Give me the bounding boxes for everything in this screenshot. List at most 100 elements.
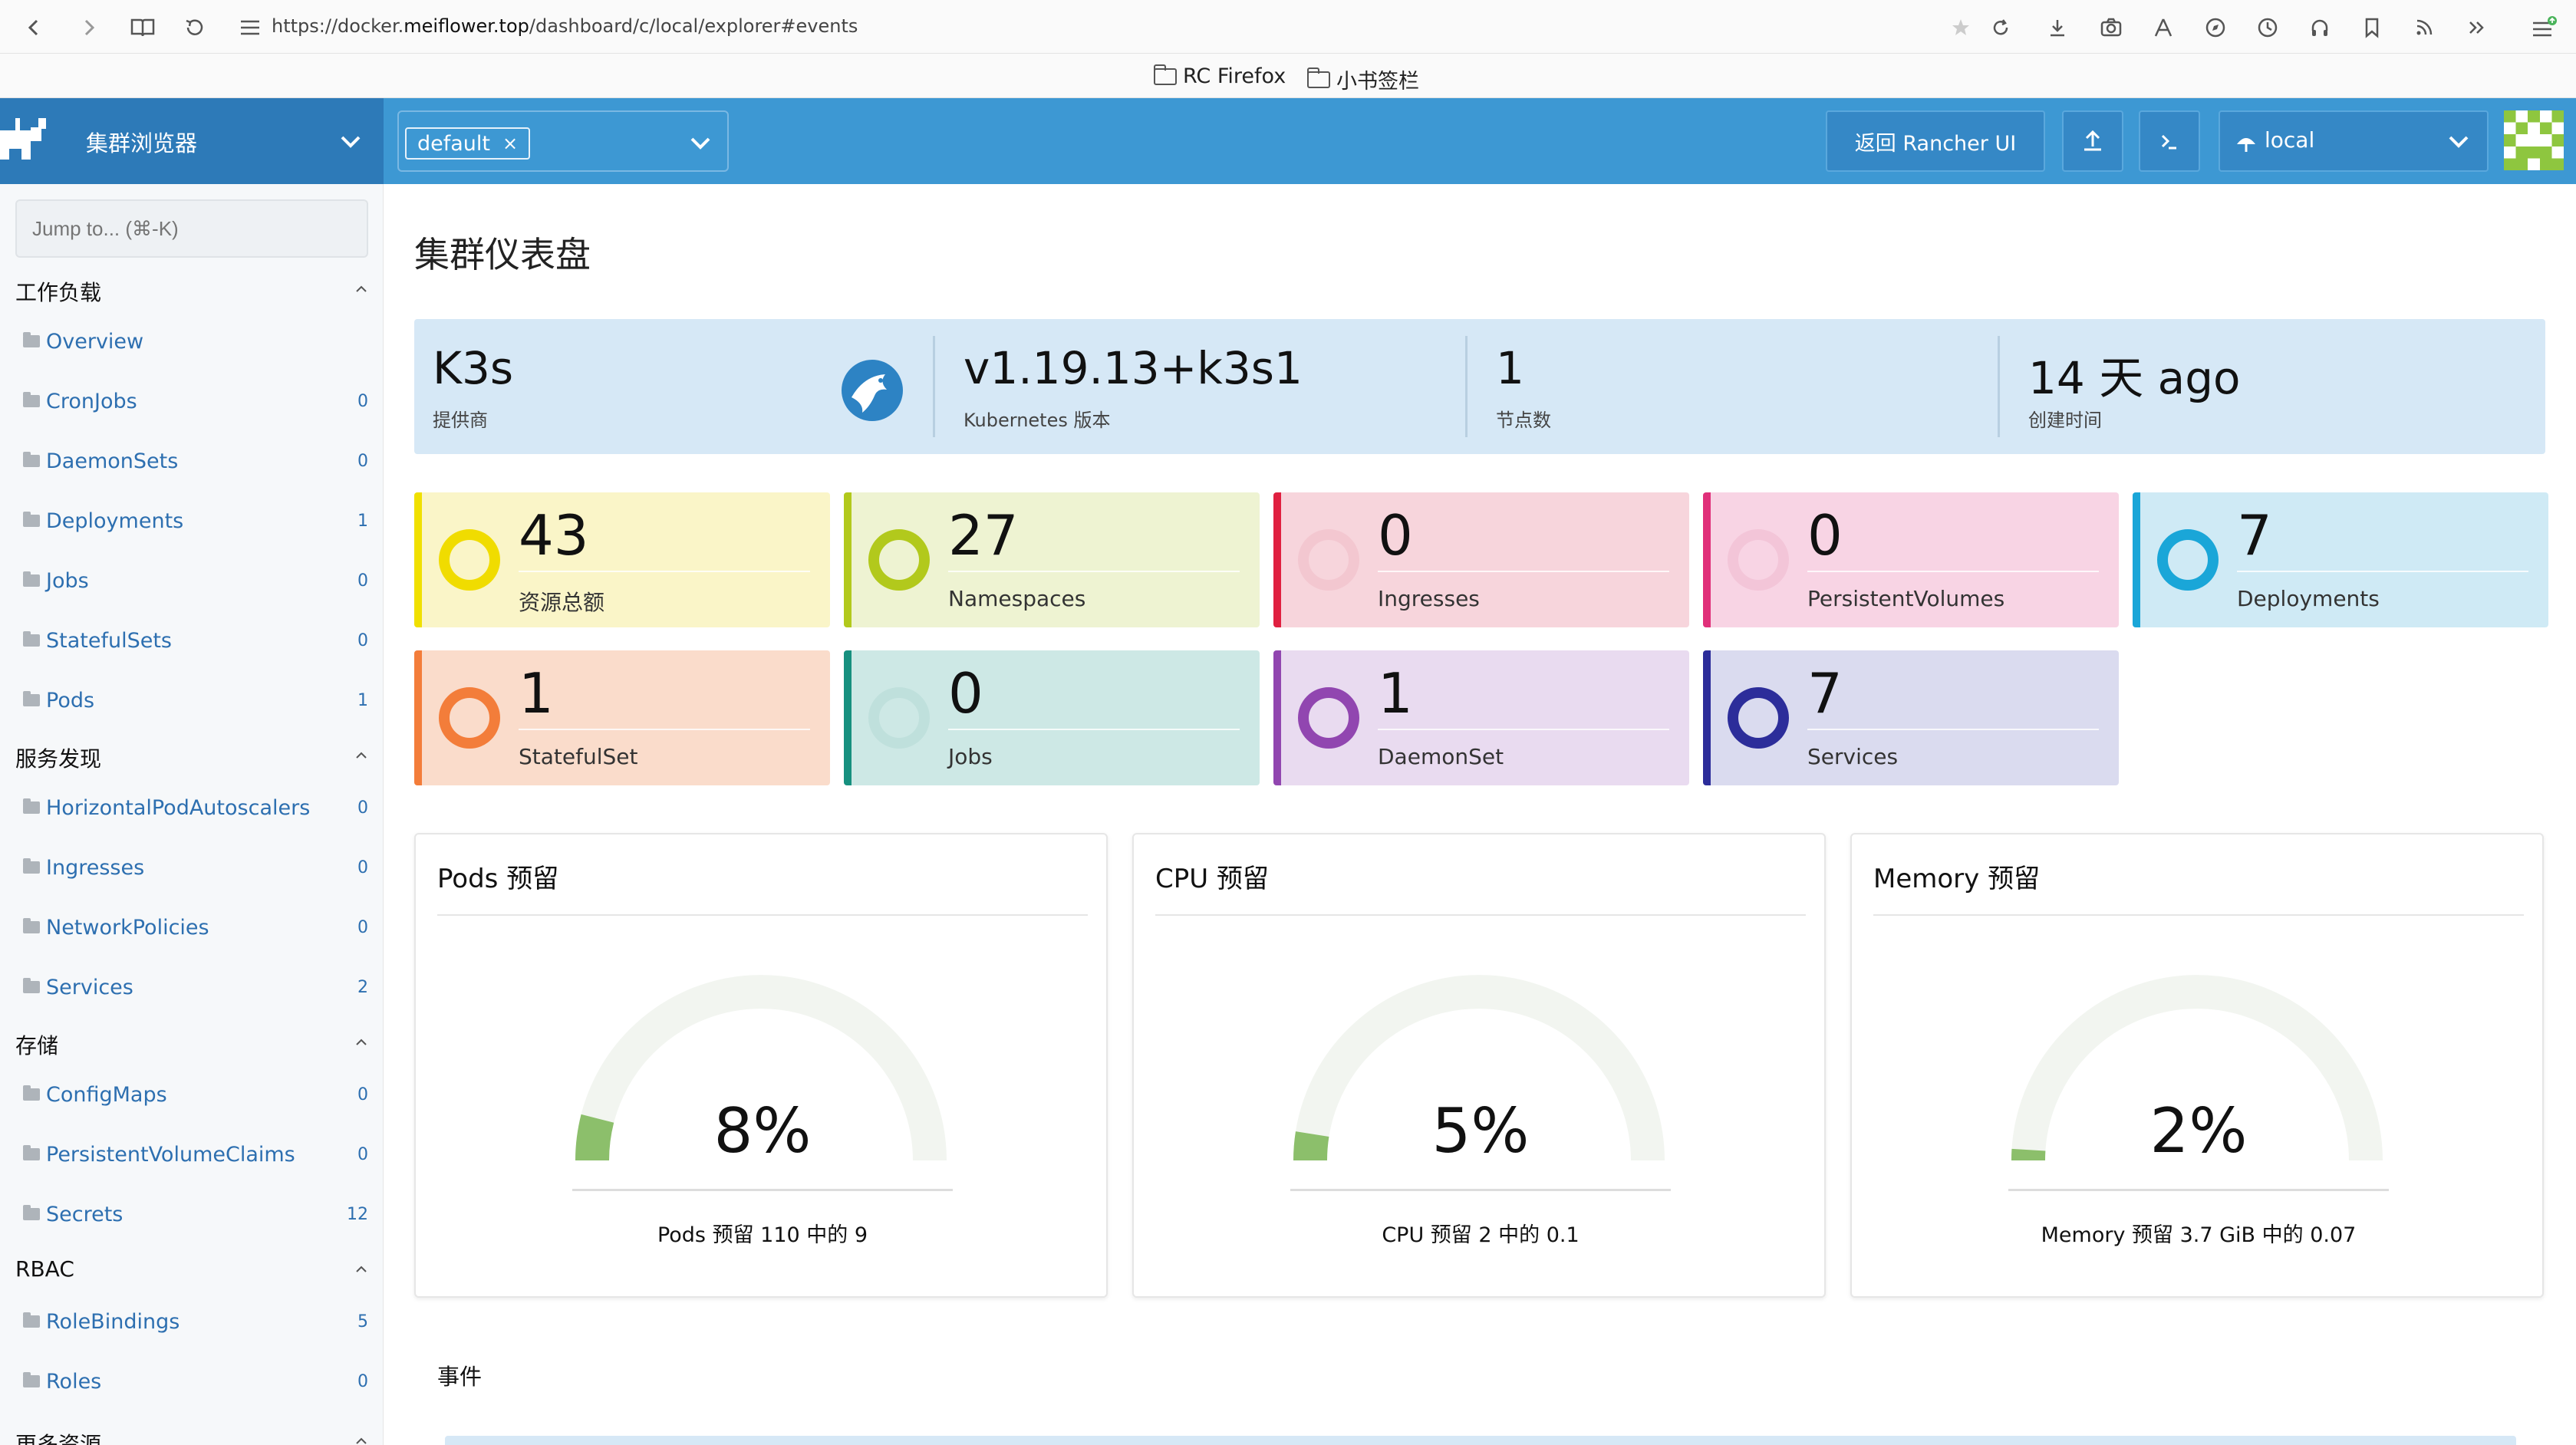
ring-icon bbox=[439, 687, 500, 749]
gauge-card: CPU 预留 5% CPU 预留 2 中的 0.1 bbox=[1132, 833, 1826, 1298]
sidebar-item-label: Ingresses bbox=[46, 855, 145, 880]
info-divider bbox=[1465, 336, 1468, 437]
sidebar-item-horizontalpodautoscalers[interactable]: HorizontalPodAutoscalers 0 bbox=[23, 792, 368, 823]
translate-icon[interactable] bbox=[2148, 12, 2179, 43]
node-count-label: 节点数 bbox=[1496, 410, 1551, 431]
sidebar-group-label: 存储 bbox=[15, 1033, 59, 1058]
namespace-filter[interactable]: default × bbox=[397, 110, 729, 172]
bookmark-icon[interactable] bbox=[2357, 12, 2387, 43]
folder-icon bbox=[23, 1145, 40, 1160]
sidebar-item-count: 0 bbox=[357, 917, 368, 937]
overflow-chevrons-icon[interactable] bbox=[2461, 12, 2492, 43]
bookmark-folder-rc-firefox[interactable]: RC Firefox bbox=[1154, 64, 1286, 88]
k8s-version-value: v1.19.13+k3s1 bbox=[964, 342, 1303, 394]
forward-icon[interactable] bbox=[72, 11, 106, 44]
sidebar-item-count: 0 bbox=[357, 391, 368, 411]
resource-tile[interactable]: 43 资源总额 bbox=[414, 492, 830, 627]
back-icon[interactable] bbox=[17, 11, 51, 44]
sidebar-item-ingresses[interactable]: Ingresses 0 bbox=[23, 852, 368, 883]
sidebar-group-header[interactable]: 更多资源 bbox=[15, 1428, 368, 1445]
tile-count: 0 bbox=[1378, 503, 1413, 568]
resource-tile[interactable]: 0 Jobs bbox=[844, 650, 1260, 785]
sidebar-item-configmaps[interactable]: ConfigMaps 0 bbox=[23, 1079, 368, 1110]
folder-icon bbox=[23, 571, 40, 587]
url-prefix: https://docker. bbox=[272, 15, 404, 37]
clock-icon[interactable] bbox=[2252, 12, 2283, 43]
sidebar-group-header[interactable]: RBAC bbox=[15, 1256, 368, 1282]
sidebar-item-pods[interactable]: Pods 1 bbox=[23, 685, 368, 716]
tile-count: 0 bbox=[948, 661, 983, 726]
gauge-divider bbox=[1873, 914, 2524, 916]
sidebar-item-overview[interactable]: Overview bbox=[23, 326, 368, 357]
star-icon[interactable] bbox=[1945, 12, 1976, 43]
back-to-rancher-button[interactable]: 返回 Rancher UI bbox=[1826, 110, 2045, 172]
sidebar-item-services[interactable]: Services 2 bbox=[23, 972, 368, 1002]
import-yaml-button[interactable] bbox=[2062, 110, 2123, 172]
cluster-info-banner: K3s 提供商 v1.19.13+k3s1 Kubernetes 版本 1 节点… bbox=[414, 319, 2545, 454]
sidebar-item-label: Roles bbox=[46, 1369, 102, 1394]
chip-remove-icon[interactable]: × bbox=[502, 133, 518, 154]
reader-icon[interactable] bbox=[126, 11, 160, 44]
tile-divider bbox=[2237, 571, 2528, 572]
kubectl-shell-button[interactable] bbox=[2139, 110, 2200, 172]
resource-tile[interactable]: 1 StatefulSet bbox=[414, 650, 830, 785]
headphones-icon[interactable] bbox=[2304, 12, 2335, 43]
chevron-up-icon bbox=[356, 1038, 367, 1045]
resource-tile[interactable]: 0 PersistentVolumes bbox=[1703, 492, 2119, 627]
sidebar-item-label: StatefulSets bbox=[46, 628, 172, 653]
tile-divider bbox=[519, 571, 810, 572]
sidebar-item-cronjobs[interactable]: CronJobs 0 bbox=[23, 386, 368, 416]
menu-lines-icon[interactable] bbox=[233, 11, 267, 44]
cluster-name: local bbox=[2265, 127, 2315, 153]
sidebar-group-label: 工作负载 bbox=[15, 280, 102, 305]
tile-count: 27 bbox=[948, 503, 1019, 568]
cluster-selector[interactable]: local bbox=[2219, 110, 2489, 172]
sidebar-item-secrets[interactable]: Secrets 12 bbox=[23, 1199, 368, 1229]
product-switcher[interactable]: 集群浏览器 bbox=[0, 98, 384, 184]
tile-count: 43 bbox=[519, 503, 589, 568]
refresh-icon[interactable] bbox=[1985, 12, 2016, 43]
gauge-baseline bbox=[1290, 1189, 1671, 1191]
camera-icon[interactable] bbox=[2096, 12, 2126, 43]
sidebar-item-deployments[interactable]: Deployments 1 bbox=[23, 505, 368, 536]
bookmark-label: RC Firefox bbox=[1183, 64, 1286, 88]
folder-icon bbox=[23, 978, 40, 993]
sidebar-group-header[interactable]: 服务发现 bbox=[15, 742, 368, 773]
product-name: 集群浏览器 bbox=[86, 130, 198, 156]
resource-tile[interactable]: 7 Deployments bbox=[2133, 492, 2548, 627]
sidebar-group-header[interactable]: 存储 bbox=[15, 1029, 368, 1060]
gauge-caption: Pods 预留 110 中的 9 bbox=[657, 1223, 868, 1247]
user-avatar[interactable] bbox=[2504, 110, 2564, 170]
tile-accent-bar bbox=[844, 492, 852, 627]
sidebar-item-networkpolicies[interactable]: NetworkPolicies 0 bbox=[23, 912, 368, 943]
sidebar-item-persistentvolumeclaims[interactable]: PersistentVolumeClaims 0 bbox=[23, 1139, 368, 1170]
rss-icon[interactable] bbox=[2409, 12, 2439, 43]
ring-icon bbox=[1728, 687, 1789, 749]
bookmark-folder-toolbar[interactable]: 小书签栏 bbox=[1307, 64, 1419, 94]
jump-to-search-input[interactable] bbox=[15, 199, 368, 258]
chevron-down-icon[interactable] bbox=[687, 130, 713, 156]
address-bar[interactable]: https://docker.meiflower.top/dashboard/c… bbox=[272, 15, 858, 37]
app-menu-icon[interactable] bbox=[2528, 12, 2559, 43]
folder-icon bbox=[23, 631, 40, 647]
folder-icon bbox=[1154, 64, 1177, 85]
sidebar-item-roles[interactable]: Roles 0 bbox=[23, 1366, 368, 1397]
info-divider bbox=[933, 336, 935, 437]
resource-tile[interactable]: 27 Namespaces bbox=[844, 492, 1260, 627]
resource-tile[interactable]: 7 Services bbox=[1703, 650, 2119, 785]
provider-value: K3s bbox=[433, 342, 514, 394]
sidebar-item-jobs[interactable]: Jobs 0 bbox=[23, 565, 368, 596]
sidebar-item-statefulsets[interactable]: StatefulSets 0 bbox=[23, 625, 368, 656]
download-icon[interactable] bbox=[2042, 12, 2073, 43]
sidebar-item-rolebindings[interactable]: RoleBindings 5 bbox=[23, 1306, 368, 1337]
app-header: 集群浏览器 default × 返回 Rancher UI local bbox=[0, 98, 2576, 184]
sidebar-group-header[interactable]: 工作负载 bbox=[15, 276, 368, 307]
ring-icon bbox=[868, 687, 930, 749]
resource-tile[interactable]: 0 Ingresses bbox=[1273, 492, 1689, 627]
resource-tile[interactable]: 1 DaemonSet bbox=[1273, 650, 1689, 785]
compass-icon[interactable] bbox=[2200, 12, 2231, 43]
sidebar-item-count: 5 bbox=[357, 1312, 368, 1331]
tile-accent-bar bbox=[1273, 650, 1281, 785]
sidebar-item-daemonsets[interactable]: DaemonSets 0 bbox=[23, 446, 368, 476]
reload-history-icon[interactable] bbox=[178, 11, 212, 44]
